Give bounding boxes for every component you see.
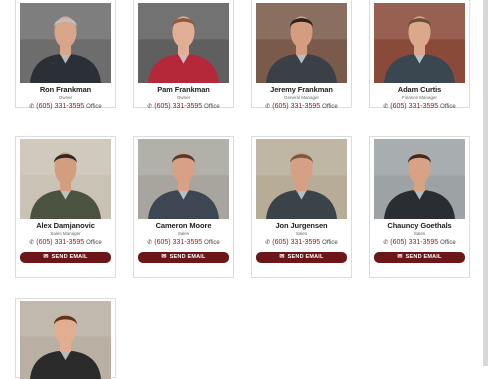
staff-phone[interactable]: ✆ (605) 331-3595 Office: [134, 103, 233, 110]
staff-name: Adam Curtis: [397, 85, 442, 94]
send-email-button[interactable]: ✉ SEND EMAIL: [256, 252, 347, 263]
staff-title: Sales: [295, 231, 308, 236]
envelope-icon: ✉: [279, 254, 285, 260]
staff-title: Owner: [176, 95, 191, 100]
phone-number[interactable]: (605) 331-3595: [154, 239, 202, 246]
staff-name: Chauncy Goethals: [387, 221, 452, 230]
staff-photo[interactable]: [138, 3, 229, 83]
staff-card: Jeremy Frankman General Manager ✆ (605) 331…: [251, 0, 352, 110]
staff-photo[interactable]: [374, 3, 465, 83]
phone-number[interactable]: (605) 331-3595: [154, 103, 202, 110]
staff-name: Ron Frankman: [39, 85, 92, 94]
staff-name: Jeremy Frankman: [270, 85, 333, 94]
envelope-icon: ✉: [161, 254, 167, 260]
staff-photo[interactable]: [138, 139, 229, 219]
phone-number[interactable]: (605) 331-3595: [36, 239, 84, 246]
staff-title: Sales: [177, 231, 190, 236]
phone-type: Office: [204, 104, 220, 110]
phone-type: Office: [322, 104, 338, 110]
phone-type: Office: [86, 240, 102, 246]
staff-title: Sales Manager: [50, 231, 81, 236]
staff-photo[interactable]: [374, 139, 465, 219]
staff-phone[interactable]: ✆ (605) 331-3595 Office: [370, 239, 469, 246]
staff-name: Alex Damjanovic: [36, 221, 95, 230]
phone-icon: ✆: [147, 104, 153, 110]
phone-type: Office: [440, 104, 456, 110]
phone-icon: ✆: [383, 240, 389, 246]
staff-name: Cameron Moore: [155, 221, 212, 230]
staff-card: Ron Frankman Owner ✆ (605) 331-3595 Office: [15, 0, 116, 110]
staff-title: General Manager: [283, 95, 320, 100]
staff-card: [15, 298, 116, 379]
phone-type: Office: [204, 240, 220, 246]
staff-card: Pam Frankman Owner ✆ (605) 331-3595 Office: [133, 0, 234, 110]
staff-title: Sales: [413, 231, 426, 236]
staff-card: Chauncy Goethals Sales ✆ (605) 331-3595 Offi…: [369, 136, 470, 278]
send-email-label: SEND EMAIL: [287, 254, 324, 260]
envelope-icon: ✉: [397, 254, 403, 260]
phone-icon: ✆: [29, 240, 35, 246]
staff-phone[interactable]: ✆ (605) 331-3595 Office: [16, 239, 115, 246]
staff-title: Owner: [58, 95, 73, 100]
send-email-label: SEND EMAIL: [405, 254, 442, 260]
staff-card: Adam Curtis Finance Manager ✆ (605) 331-359…: [369, 0, 470, 110]
send-email-button[interactable]: ✉ SEND EMAIL: [374, 252, 465, 263]
phone-number[interactable]: (605) 331-3595: [272, 103, 320, 110]
send-email-label: SEND EMAIL: [51, 254, 88, 260]
staff-card: Jon Jurgensen Sales ✆ (605) 331-3595 Office ✉…: [251, 136, 352, 278]
staff-photo[interactable]: [20, 3, 111, 83]
phone-type: Office: [322, 240, 338, 246]
phone-type: Office: [440, 240, 456, 246]
scrollbar[interactable]: [483, 0, 488, 366]
send-email-button[interactable]: ✉ SEND EMAIL: [138, 252, 229, 263]
phone-type: Office: [86, 104, 102, 110]
staff-title: Finance Manager: [401, 95, 438, 100]
staff-photo[interactable]: [20, 139, 111, 219]
staff-photo[interactable]: [20, 301, 111, 379]
scrollbar-thumb[interactable]: [483, 0, 488, 366]
phone-icon: ✆: [265, 104, 271, 110]
staff-phone[interactable]: ✆ (605) 331-3595 Office: [252, 103, 351, 110]
staff-name: Pam Frankman: [157, 85, 210, 94]
phone-icon: ✆: [383, 104, 389, 110]
phone-number[interactable]: (605) 331-3595: [272, 239, 320, 246]
staff-card: Alex Damjanovic Sales Manager ✆ (605) 331-3…: [15, 136, 116, 278]
staff-phone[interactable]: ✆ (605) 331-3595 Office: [134, 239, 233, 246]
staff-name: Jon Jurgensen: [275, 221, 328, 230]
staff-card: Cameron Moore Sales ✆ (605) 331-3595 Office ✉…: [133, 136, 234, 278]
staff-phone[interactable]: ✆ (605) 331-3595 Office: [370, 103, 469, 110]
phone-icon: ✆: [147, 240, 153, 246]
send-email-button[interactable]: ✉ SEND EMAIL: [20, 252, 111, 263]
envelope-icon: ✉: [43, 254, 49, 260]
phone-number[interactable]: (605) 331-3595: [390, 239, 438, 246]
phone-number[interactable]: (605) 331-3595: [36, 103, 84, 110]
send-email-label: SEND EMAIL: [169, 254, 206, 260]
phone-icon: ✆: [265, 240, 271, 246]
staff-photo[interactable]: [256, 3, 347, 83]
phone-number[interactable]: (605) 331-3595: [390, 103, 438, 110]
phone-icon: ✆: [29, 104, 35, 110]
staff-phone[interactable]: ✆ (605) 331-3595 Office: [252, 239, 351, 246]
staff-photo[interactable]: [256, 139, 347, 219]
staff-phone[interactable]: ✆ (605) 331-3595 Office: [16, 103, 115, 110]
